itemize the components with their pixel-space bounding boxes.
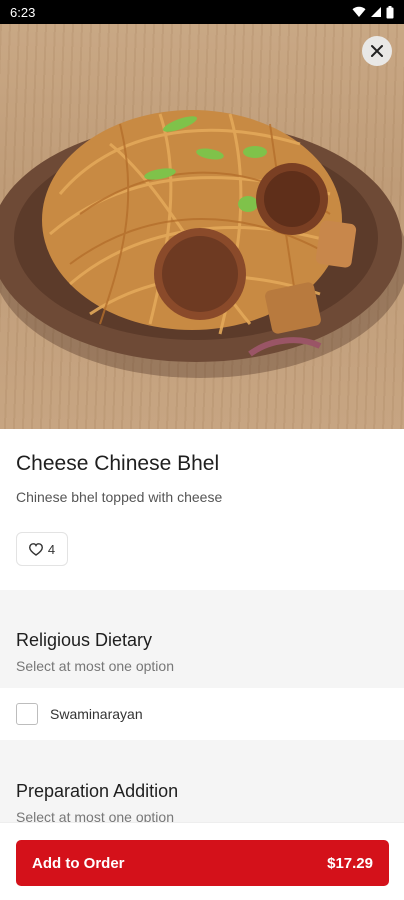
section-title-religious-dietary: Religious Dietary bbox=[16, 630, 153, 650]
section-title-preparation-addition: Preparation Addition bbox=[16, 781, 179, 801]
item-hero-image bbox=[0, 24, 404, 429]
close-button[interactable] bbox=[362, 36, 392, 66]
section-subtitle-religious-dietary: Select at most one option bbox=[16, 658, 174, 674]
wifi-icon bbox=[352, 6, 366, 18]
like-count: 4 bbox=[47, 541, 56, 557]
option-checkbox[interactable] bbox=[16, 703, 38, 725]
option-swaminarayan[interactable]: Swaminarayan bbox=[0, 688, 404, 740]
battery-icon bbox=[386, 5, 394, 18]
like-button[interactable]: 4 bbox=[16, 532, 68, 566]
add-to-order-button[interactable]: Add to Order $17.29 bbox=[16, 840, 389, 886]
add-to-order-label: Add to Order bbox=[32, 854, 125, 872]
food-photo bbox=[0, 110, 404, 378]
status-bar: 6:23 bbox=[0, 0, 404, 24]
status-icons bbox=[352, 5, 394, 19]
order-price: $17.29 bbox=[327, 854, 373, 872]
bottom-action-bar: Add to Order $17.29 bbox=[0, 822, 404, 900]
option-label: Swaminarayan bbox=[50, 706, 143, 722]
heart-icon bbox=[28, 542, 43, 556]
signal-icon bbox=[371, 7, 381, 17]
item-description: Chinese bhel topped with cheese bbox=[16, 489, 223, 505]
item-title: Cheese Chinese Bhel bbox=[16, 452, 220, 475]
close-icon bbox=[371, 45, 383, 57]
status-time: 6:23 bbox=[10, 4, 36, 20]
